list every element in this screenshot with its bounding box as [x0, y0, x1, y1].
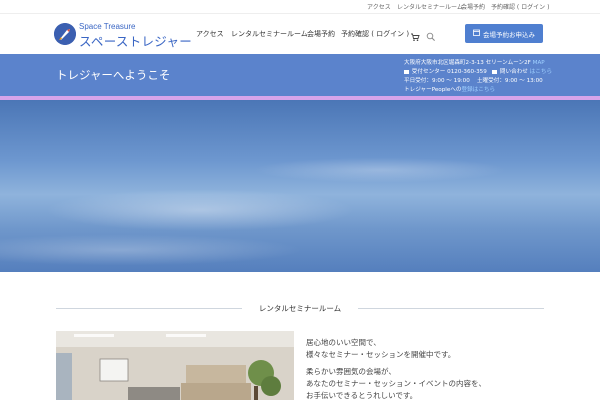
top-link-login[interactable]: 予約確認 ( ログイン ): [491, 2, 549, 11]
logo-title[interactable]: スペーストレジャー: [79, 31, 192, 50]
contact-label: 問い合わせ: [499, 69, 528, 75]
weekday-hours: 平日受付：9:00 ～ 19:00: [404, 78, 470, 84]
description-line-4: あなたのセミナー・セッション・イベントの内容を、: [306, 379, 486, 388]
description-line-1: 居心地のいい空間で、: [306, 338, 381, 347]
people-register-link-suffix[interactable]: はこちら: [473, 87, 495, 93]
description-line-5: お手伝いできるとうれしいです。: [306, 391, 418, 400]
description-line-2: 様々なセミナー・セッションを開催中です。: [306, 350, 456, 359]
seminar-room-photo: [56, 331, 294, 400]
logo-subtitle[interactable]: Space Treasure: [79, 22, 135, 31]
rocket-logo-icon[interactable]: [54, 23, 76, 45]
people-register-link[interactable]: 登録: [461, 87, 472, 93]
description-line-3: 柔らかい雰囲気の会場が、: [306, 367, 396, 376]
nav-login[interactable]: 予約確認 ( ログイン ): [341, 29, 409, 39]
phone-label: 受付センター: [411, 69, 446, 75]
top-utility-bar: アクセス レンタルセミナールーム 会場予約 予約確認 ( ログイン ): [0, 0, 600, 14]
section-heading: レンタルセミナールーム: [258, 304, 342, 313]
address-text: 大阪府大阪市北区堀森町2-3-13 セリーンムーン2F: [404, 60, 531, 66]
mail-icon: [492, 69, 498, 74]
hours-line: 平日受付：9:00 ～ 19:00 土曜受付：9:00 ～ 13:00: [404, 76, 543, 84]
top-link-rental-room[interactable]: レンタルセミナールーム: [397, 2, 463, 11]
address-line: 大阪府大阪市北区堀森町2-3-13 セリーンムーン2F MAP: [404, 58, 545, 66]
search-icon[interactable]: [426, 27, 436, 41]
nav-rental-room[interactable]: レンタルセミナールーム: [231, 29, 308, 39]
top-link-reservation[interactable]: 会場予約: [461, 2, 485, 11]
people-prefix: トレジャーPeopleへの: [404, 87, 462, 93]
site-header: Space Treasure スペーストレジャー アクセス レンタルセミナールー…: [0, 14, 600, 54]
top-link-access[interactable]: アクセス: [367, 2, 391, 11]
saturday-hours: 土曜受付：9:00 ～ 13:00: [476, 78, 543, 84]
cta-label: 会場予約お申込み: [483, 30, 535, 39]
map-link[interactable]: MAP: [533, 60, 545, 66]
people-line: トレジャーPeopleへの登録はこちら: [404, 85, 495, 93]
phone-contact-line: 受付センター 0120-360-359 問い合わせ はこちら: [404, 67, 552, 75]
phone-number[interactable]: 0120-360-359: [447, 69, 487, 75]
nav-reservation[interactable]: 会場予約: [307, 29, 335, 39]
reservation-cta-button[interactable]: 会場予約お申込み: [465, 24, 543, 43]
calendar-icon: [473, 29, 480, 38]
cart-icon[interactable]: [410, 27, 420, 41]
nav-access[interactable]: アクセス: [196, 29, 224, 39]
page-title: トレジャーへようこそ: [56, 68, 171, 82]
hero-sky-image: [0, 100, 600, 272]
contact-link[interactable]: はこちら: [530, 69, 552, 75]
phone-icon: [404, 69, 409, 74]
